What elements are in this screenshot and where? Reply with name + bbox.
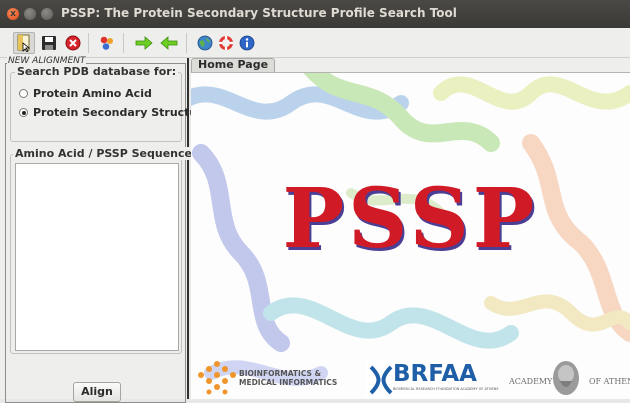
globe-icon xyxy=(197,35,213,51)
academy-text-left: ACADEMY xyxy=(509,377,553,386)
sequence-group-title: Amino Acid / PSSP Sequence: xyxy=(13,147,199,160)
window-title: PSSP: The Protein Secondary Structure Pr… xyxy=(61,6,457,20)
logos-strip: BIOINFORMATICS & MEDICAL INFORMATICS BRF… xyxy=(191,355,630,399)
window-minimize-button[interactable] xyxy=(24,8,36,20)
toolbar xyxy=(0,28,630,58)
bio-line-2: MEDICAL INFORMATICS xyxy=(239,378,338,387)
radio-button-checked[interactable] xyxy=(19,108,28,117)
brfaa-text: BRFAA xyxy=(393,361,477,387)
radio-amino-acid[interactable]: Protein Amino Acid xyxy=(19,87,152,100)
window-close-button[interactable]: x xyxy=(7,8,19,20)
bioinformatics-logo-text: BIOINFORMATICS & MEDICAL INFORMATICS xyxy=(239,369,337,387)
stop-button[interactable] xyxy=(62,32,84,54)
arrow-right-icon xyxy=(135,36,153,50)
search-group: Search PDB database for: Protein Amino A… xyxy=(10,65,210,142)
stop-icon xyxy=(65,35,81,51)
radio-secondary-structure[interactable]: Protein Secondary Structure xyxy=(19,106,210,119)
save-icon xyxy=(42,36,56,50)
bioinformatics-logo-icon xyxy=(198,361,236,395)
molecule-button[interactable] xyxy=(96,32,118,54)
brfaa-subtitle: BIOMEDICAL RESEARCH FOUNDATION ACADEMY O… xyxy=(393,387,499,391)
brfaa-logo-icon xyxy=(369,365,393,395)
sequence-input[interactable] xyxy=(15,163,179,351)
home-page-content: PSSP BIOINFORMATICS & MEDICAL INFORMATIC… xyxy=(191,72,630,399)
info-icon xyxy=(239,35,255,51)
radio-button-unchecked[interactable] xyxy=(19,89,28,98)
align-button[interactable]: Align xyxy=(73,382,121,402)
web-button[interactable] xyxy=(194,32,216,54)
bio-line-1: BIOINFORMATICS & xyxy=(239,369,322,378)
academy-of-athens-seal-icon xyxy=(553,361,579,395)
radio-amino-acid-label: Protein Amino Acid xyxy=(33,87,152,100)
academy-text-right: OF ATHENS xyxy=(589,377,630,386)
brfaa-logo: BRFAA BIOMEDICAL RESEARCH FOUNDATION ACA… xyxy=(365,359,499,399)
info-button[interactable] xyxy=(236,32,258,54)
forward-button[interactable] xyxy=(133,32,155,54)
tab-strip: Home Page xyxy=(191,58,630,72)
arrow-left-icon xyxy=(160,36,178,50)
save-button[interactable] xyxy=(38,32,60,54)
molecule-icon xyxy=(100,36,113,50)
help-button[interactable] xyxy=(215,32,237,54)
window-maximize-button[interactable] xyxy=(41,8,53,20)
radio-secondary-structure-label: Protein Secondary Structure xyxy=(33,106,211,119)
new-document-icon xyxy=(17,34,31,52)
tab-home-page[interactable]: Home Page xyxy=(191,58,276,72)
help-lifebuoy-icon xyxy=(219,36,233,50)
new-alignment-button[interactable] xyxy=(13,32,35,54)
close-icon: x xyxy=(10,9,16,19)
search-group-title: Search PDB database for: xyxy=(15,65,179,78)
back-button[interactable] xyxy=(158,32,180,54)
sequence-group: Amino Acid / PSSP Sequence: xyxy=(10,147,199,354)
pssp-title: PSSP xyxy=(282,171,539,267)
window-titlebar: x PSSP: The Protein Secondary Structure … xyxy=(0,0,630,28)
left-panel: NEW ALIGNMENT Search PDB database for: P… xyxy=(0,56,210,403)
